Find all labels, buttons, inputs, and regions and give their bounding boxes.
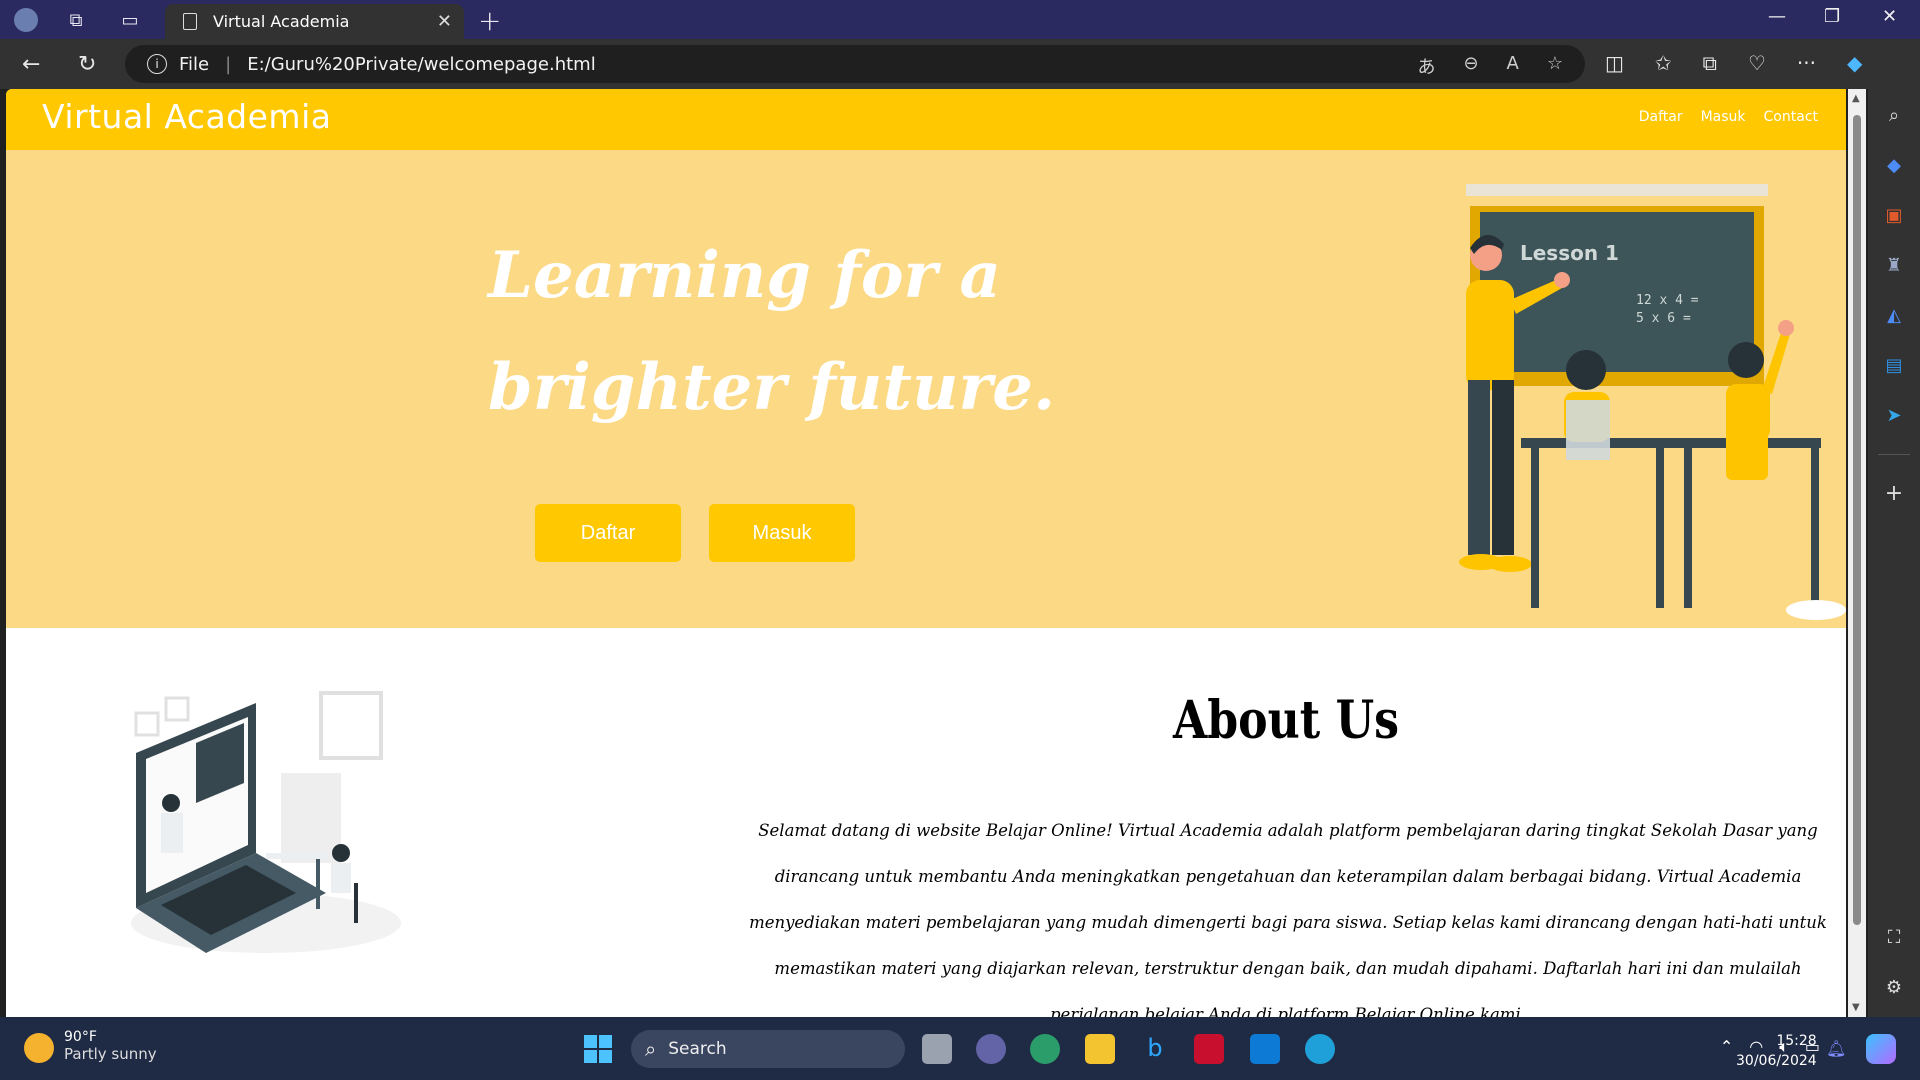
browser-toolbar: ← ↻ i File | E:/Guru%20Private/welcomepa… [0, 39, 1920, 89]
tab-actions-icon[interactable]: ▭ [118, 8, 142, 32]
about-text: Selamat datang di website Belajar Online… [749, 821, 1827, 1017]
page-scrollbar[interactable]: ▲ ▼ [1848, 89, 1866, 1017]
read-aloud-icon[interactable]: A [1507, 53, 1519, 79]
drop-icon[interactable]: ◭ [1882, 303, 1906, 327]
close-tab-icon[interactable]: ✕ [437, 11, 452, 32]
chevron-up-icon[interactable]: ⌃ [1720, 1037, 1733, 1057]
partly-sunny-icon [24, 1033, 54, 1063]
start-windows-icon[interactable] [584, 1035, 612, 1063]
weather-widget[interactable]: 90°F Partly sunny [24, 1029, 157, 1063]
new-tab-button[interactable]: + [478, 4, 501, 37]
clock-date: 30/06/2024 [1736, 1053, 1817, 1069]
restore-button[interactable]: ❐ [1824, 6, 1840, 27]
about-section: About Us Selamat datang di website Belaj… [6, 628, 1846, 1017]
search-icon: ⌕ [645, 1037, 657, 1061]
file-label: File [179, 53, 210, 75]
send-icon[interactable]: ➤ [1882, 403, 1906, 427]
vscode-icon[interactable] [1250, 1034, 1280, 1064]
settings-gear-icon[interactable]: ⚙ [1882, 975, 1906, 999]
browser-titlebar: ⧉ ▭ Virtual Academia ✕ + — ❐ ✕ [0, 0, 1920, 39]
edge-sidebar: ⌕ ◆ ▣ ♜ ◭ ▤ ➤ + ⛶ ⚙ [1868, 89, 1920, 1017]
daftar-button[interactable]: Daftar [535, 504, 681, 562]
translate-icon[interactable]: あ [1417, 53, 1435, 79]
taskbar-search[interactable]: ⌕ Search [631, 1030, 905, 1068]
notification-bell-icon[interactable]: 🔔︎ [1826, 1039, 1846, 1058]
clock-time: 15:28 [1776, 1033, 1817, 1049]
shopping-tag-icon[interactable]: ◆ [1882, 153, 1906, 177]
copilot-taskbar-icon[interactable] [1866, 1034, 1896, 1064]
alphabet-strip [1466, 184, 1768, 196]
nav-daftar[interactable]: Daftar [1639, 109, 1683, 125]
tab-virtual-academia[interactable]: Virtual Academia ✕ [165, 4, 464, 39]
games-icon[interactable]: ♜ [1882, 253, 1906, 277]
taskbar-clock[interactable]: 15:28 30/06/2024 [1736, 1031, 1817, 1071]
refresh-icon[interactable]: ↻ [78, 52, 96, 77]
profile-avatar-icon[interactable] [14, 8, 38, 32]
close-window-button[interactable]: ✕ [1882, 6, 1897, 27]
edge-dev-icon[interactable] [1030, 1034, 1060, 1064]
scrollbar-thumb[interactable] [1853, 115, 1861, 925]
address-bar[interactable]: i File | E:/Guru%20Private/welcomepage.h… [125, 45, 1585, 83]
teams-icon[interactable] [976, 1034, 1006, 1064]
classroom-illustration: Lesson 1 12 x 4 = 5 x 6 = [1459, 184, 1846, 620]
site-brand[interactable]: Virtual Academia [42, 97, 331, 136]
edge-icon[interactable] [1305, 1034, 1335, 1064]
sidebar-divider [1878, 454, 1910, 455]
browser-essentials-icon[interactable]: ♡ [1748, 51, 1766, 75]
collections-icon[interactable]: ⧉ [1703, 51, 1717, 75]
back-icon[interactable]: ← [22, 52, 40, 77]
math-line-2: 5 x 6 = [1636, 311, 1691, 326]
hero-title: Learning for a brighter future. [488, 238, 1056, 425]
tools-icon[interactable]: ▣ [1882, 203, 1906, 227]
add-icon[interactable]: + [1882, 481, 1906, 506]
weather-temp: 90°F [64, 1029, 97, 1045]
chalkboard [1480, 212, 1754, 372]
favorite-star-icon[interactable]: ☆ [1547, 53, 1563, 79]
outlook-icon[interactable]: ▤ [1882, 353, 1906, 377]
site-nav: Daftar Masuk Contact [1639, 109, 1818, 125]
page-viewport: Virtual Academia Daftar Masuk Contact Le… [6, 89, 1846, 1017]
screenshot-icon[interactable]: ⛶ [1882, 925, 1906, 949]
minimize-button[interactable]: — [1768, 6, 1786, 27]
tab-title: Virtual Academia [213, 12, 350, 31]
search-icon[interactable]: ⌕ [1882, 103, 1906, 127]
online-class-illustration [131, 691, 401, 953]
url-text[interactable]: E:/Guru%20Private/welcomepage.html [247, 54, 596, 75]
nav-contact[interactable]: Contact [1764, 109, 1818, 125]
windows-taskbar: 90°F Partly sunny ⌕ Search b ⌃ ◠ 🔈︎ ▭ 15… [0, 1017, 1920, 1080]
mendeley-icon[interactable] [1194, 1034, 1224, 1064]
taskbar-search-label: Search [668, 1039, 727, 1059]
file-explorer-icon[interactable] [1085, 1034, 1115, 1064]
weather-condition: Partly sunny [64, 1045, 157, 1063]
about-title: About Us [1172, 690, 1400, 751]
split-screen-icon[interactable]: ◫ [1605, 51, 1624, 75]
workspaces-icon[interactable]: ⧉ [64, 8, 88, 32]
favorites-icon[interactable]: ✩ [1655, 51, 1672, 75]
task-view-icon[interactable] [922, 1034, 952, 1064]
zoom-out-icon[interactable]: ⊖ [1463, 53, 1478, 79]
masuk-button[interactable]: Masuk [709, 504, 855, 562]
site-header: Virtual Academia Daftar Masuk Contact [6, 89, 1846, 150]
math-line-1: 12 x 4 = [1636, 293, 1699, 308]
more-options-icon[interactable]: ··· [1797, 51, 1816, 75]
nav-masuk[interactable]: Masuk [1701, 109, 1746, 125]
site-info-icon[interactable]: i [147, 54, 167, 74]
copilot-icon[interactable]: ◆ [1847, 51, 1862, 75]
address-separator: | [225, 53, 232, 75]
page-icon [183, 13, 197, 30]
scroll-down-icon[interactable]: ▼ [1852, 1002, 1860, 1013]
scroll-up-icon[interactable]: ▲ [1852, 93, 1860, 104]
hero-section: Learning for a brighter future. Daftar M… [6, 150, 1846, 628]
bing-icon[interactable]: b [1140, 1034, 1170, 1064]
lesson-text: Lesson 1 [1520, 241, 1619, 265]
